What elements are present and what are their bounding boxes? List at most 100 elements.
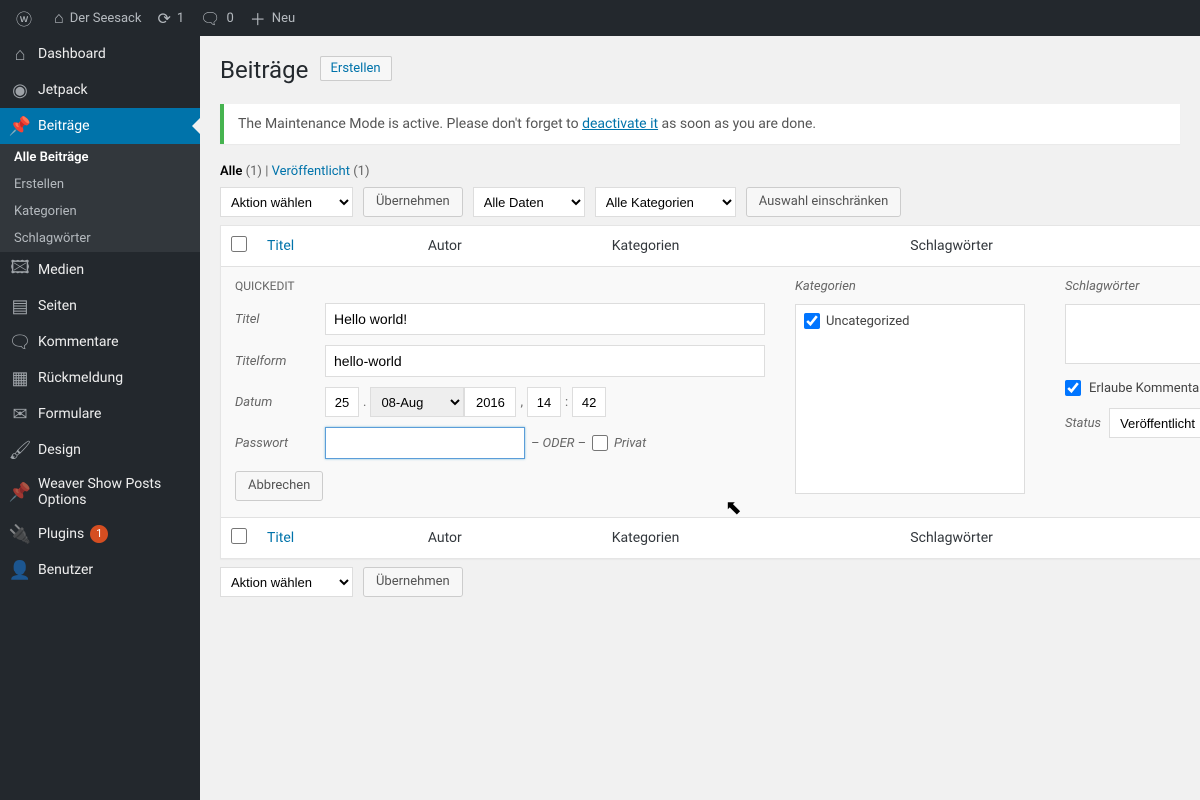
col-categories-f[interactable]: Kategorien	[602, 517, 901, 558]
qe-password-input[interactable]	[325, 427, 525, 459]
menu-label: Beiträge	[38, 118, 90, 134]
menu-label: Seiten	[38, 298, 77, 314]
menu-icon: 🖾	[10, 260, 30, 280]
comments-link[interactable]: 🗨0	[192, 0, 242, 36]
select-all-footer	[221, 517, 257, 558]
notice-text-after: as soon as you are done.	[658, 116, 816, 132]
menu-icon: 📌	[10, 116, 30, 136]
menu-icon: 📌	[10, 482, 30, 502]
category-filter-select[interactable]: Alle Kategorien	[595, 187, 736, 217]
status-label: Status	[1065, 416, 1101, 431]
page-title: Beiträge	[220, 46, 308, 94]
submenu-item[interactable]: Erstellen	[0, 171, 200, 198]
qe-month-select[interactable]: 08-Aug	[370, 387, 464, 417]
apply-button-bottom[interactable]: Übernehmen	[363, 567, 463, 597]
status-filters: Alle (1) | Veröffentlicht (1)	[220, 164, 1180, 179]
quickedit-heading: QUICKEDIT	[235, 279, 765, 293]
select-all-checkbox-footer[interactable]	[231, 528, 247, 544]
col-title[interactable]: Titel	[257, 226, 418, 267]
bulk-action-select[interactable]: Aktion wählen	[220, 187, 353, 217]
sidebar-item-benutzer[interactable]: 👤Benutzer	[0, 552, 200, 588]
menu-label: Kommentare	[38, 334, 119, 350]
submenu-item[interactable]: Schlagwörter	[0, 225, 200, 252]
select-all-checkbox[interactable]	[231, 236, 247, 252]
sidebar-item-design[interactable]: 🖌 Design	[0, 432, 200, 468]
main-content: Beiträge Erstellen The Maintenance Mode …	[200, 36, 1200, 800]
sidebar-item-dashboard[interactable]: ⌂Dashboard	[0, 36, 200, 72]
filter-published[interactable]: Veröffentlicht	[272, 164, 350, 179]
menu-icon: 🖌	[10, 440, 30, 460]
menu-label: Jetpack	[38, 82, 88, 98]
sidebar-item-beiträge[interactable]: 📌 Beiträge	[0, 108, 200, 144]
sidebar-item-rückmeldung[interactable]: ▦Rückmeldung	[0, 360, 200, 396]
new-content-link[interactable]: ＋ Neu	[242, 0, 303, 36]
qe-private-checkbox[interactable]	[592, 435, 608, 451]
plus-icon: ＋	[250, 6, 266, 30]
sidebar-item-plugins[interactable]: 🔌 Plugins 1	[0, 516, 200, 552]
site-link[interactable]: ⌂Der Seesack	[46, 0, 149, 36]
qe-title-input[interactable]	[325, 303, 765, 335]
qe-minute-input[interactable]	[572, 387, 606, 417]
menu-icon: 🗨	[10, 332, 30, 352]
qe-day-input[interactable]	[325, 387, 359, 417]
col-author[interactable]: Autor	[418, 226, 602, 267]
cat-uncategorized[interactable]: Uncategorized	[804, 313, 1016, 329]
posts-table: Titel Autor Kategorien Schlagwörter QUIC…	[220, 225, 1200, 559]
qe-year-input[interactable]	[464, 387, 516, 417]
qe-cats-heading: Kategorien	[795, 279, 1045, 294]
col-title-f[interactable]: Titel	[257, 517, 418, 558]
home-icon: ⌂	[54, 8, 64, 28]
qe-slug-input[interactable]	[325, 345, 765, 377]
allow-comments-checkbox[interactable]	[1065, 380, 1081, 396]
updates-link[interactable]: ⟳1	[149, 0, 192, 36]
sidebar-item-weaver-show-posts-options[interactable]: 📌Weaver Show Posts Options	[0, 468, 200, 516]
sidebar-item-kommentare[interactable]: 🗨 Kommentare	[0, 324, 200, 360]
col-author-f[interactable]: Autor	[418, 517, 602, 558]
select-all-header	[221, 226, 257, 267]
sidebar-item-seiten[interactable]: ▤ Seiten	[0, 288, 200, 324]
qe-password-label: Passwort	[235, 436, 325, 451]
deactivate-link[interactable]: deactivate it	[582, 116, 658, 132]
menu-icon: ◉	[10, 80, 30, 100]
add-new-button[interactable]: Erstellen	[320, 56, 392, 81]
menu-icon: ▤	[10, 296, 30, 316]
admin-toolbar: ⓦ ⌂Der Seesack ⟳1 🗨0 ＋ Neu	[0, 0, 1200, 36]
qe-tags-box[interactable]	[1065, 304, 1200, 364]
date-filter-select[interactable]: Alle Daten	[473, 187, 585, 217]
filter-all[interactable]: Alle	[220, 164, 242, 179]
menu-icon: ✉	[10, 404, 30, 424]
new-label: Neu	[272, 11, 295, 26]
cat-uncategorized-checkbox[interactable]	[804, 313, 820, 329]
cancel-button[interactable]: Abbrechen	[235, 471, 323, 501]
menu-icon: 🔌	[10, 524, 30, 544]
sidebar-item-formulare[interactable]: ✉ Formulare	[0, 396, 200, 432]
qe-private-label: Privat	[614, 436, 646, 451]
sidebar-item-medien[interactable]: 🖾Medien	[0, 252, 200, 288]
status-select[interactable]: Veröffentlicht	[1109, 408, 1200, 438]
submenu-item[interactable]: Alle Beiträge	[0, 144, 200, 171]
menu-label: Dashboard	[38, 46, 106, 62]
tablenav-bottom: Aktion wählen Übernehmen	[220, 567, 1180, 597]
sidebar-item-jetpack[interactable]: ◉ Jetpack	[0, 72, 200, 108]
maintenance-notice: The Maintenance Mode is active. Please d…	[220, 104, 1180, 144]
submenu-item[interactable]: Kategorien	[0, 198, 200, 225]
filter-all-count: (1)	[246, 164, 262, 179]
menu-label: Formulare	[38, 406, 101, 422]
bulk-action-select-bottom[interactable]: Aktion wählen	[220, 567, 353, 597]
badge: 1	[90, 525, 108, 543]
col-tags-f[interactable]: Schlagwörter	[900, 517, 1200, 558]
qe-slug-label: Titelform	[235, 354, 325, 369]
notice-text: The Maintenance Mode is active. Please d…	[238, 116, 582, 132]
menu-label: Benutzer	[38, 562, 93, 578]
qe-hour-input[interactable]	[527, 387, 561, 417]
qe-categories-box[interactable]: Uncategorized	[795, 304, 1025, 494]
menu-label: Design	[38, 442, 81, 458]
col-categories[interactable]: Kategorien	[602, 226, 901, 267]
apply-button[interactable]: Übernehmen	[363, 187, 463, 217]
wp-logo[interactable]: ⓦ	[8, 0, 46, 36]
menu-label: Plugins	[38, 526, 84, 542]
allow-comments-label: Erlaube Kommentare	[1089, 381, 1200, 396]
col-tags[interactable]: Schlagwörter	[900, 226, 1200, 267]
filter-button[interactable]: Auswahl einschränken	[746, 187, 902, 217]
tablenav-top: Aktion wählen Übernehmen Alle Daten Alle…	[220, 187, 1180, 217]
